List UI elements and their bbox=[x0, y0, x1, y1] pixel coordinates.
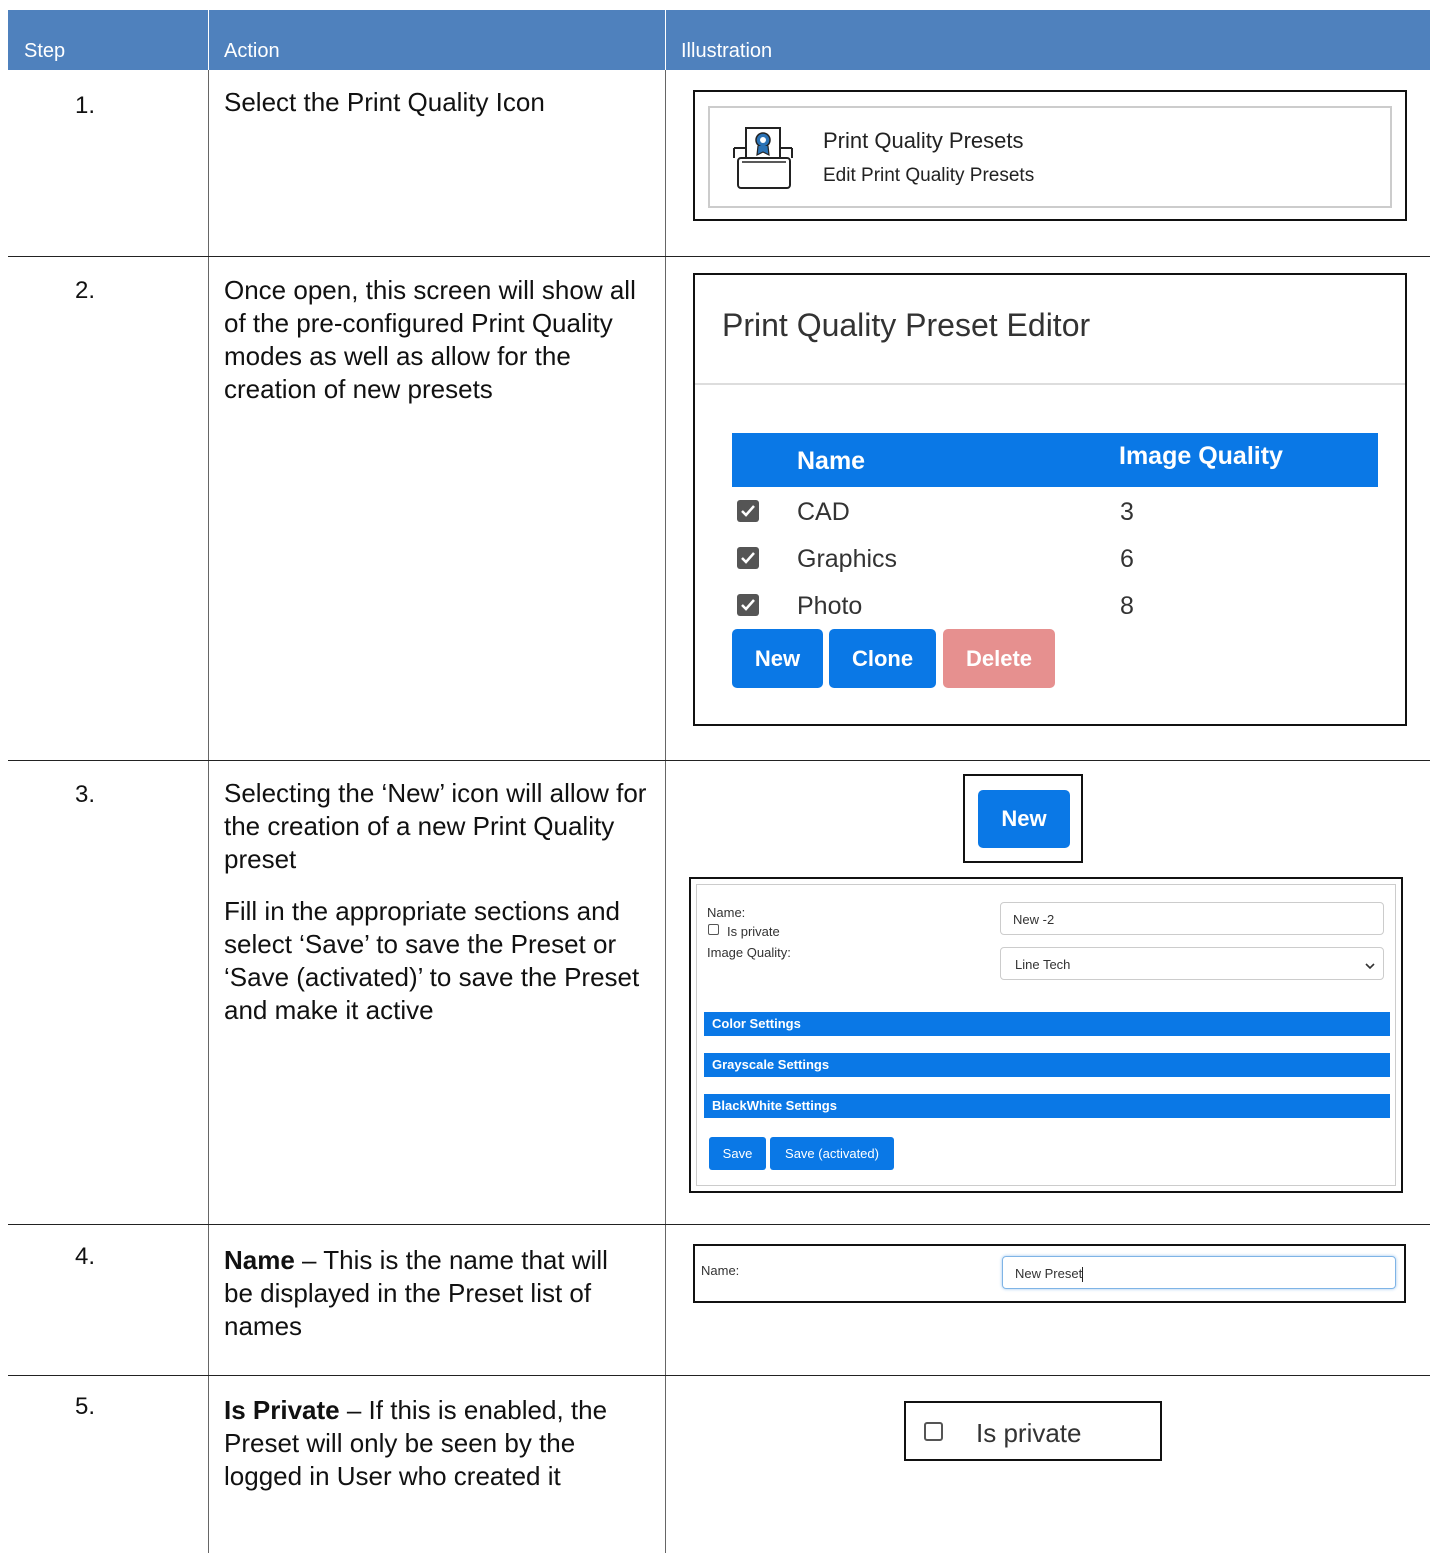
color-settings-section[interactable]: Color Settings bbox=[704, 1012, 1390, 1036]
step-text: Select the Print Quality Icon bbox=[224, 87, 545, 117]
chevron-down-icon bbox=[1365, 958, 1375, 973]
tile-card[interactable]: Print Quality Presets Edit Print Quality… bbox=[708, 106, 1392, 208]
row-divider bbox=[8, 1224, 1430, 1225]
preset-name: CAD bbox=[797, 498, 850, 526]
is-private-label: Is private bbox=[976, 1418, 1082, 1448]
image-quality-label: Image Quality: bbox=[707, 945, 791, 960]
preset-table-header: Name Image Quality bbox=[732, 433, 1378, 487]
name-label: Name: bbox=[707, 905, 746, 920]
new-button[interactable]: New bbox=[978, 790, 1070, 848]
illustration-new-preset-form: Name: Is private Image Quality: New -2 L… bbox=[689, 877, 1403, 1193]
header-divider bbox=[665, 10, 666, 70]
preset-name: Photo bbox=[797, 592, 863, 620]
is-private-checkbox[interactable] bbox=[708, 924, 719, 935]
step-text: Name – This is the name that will be dis… bbox=[224, 1244, 644, 1343]
step-number: 1. bbox=[75, 92, 96, 119]
image-quality-select[interactable]: Line Tech bbox=[1000, 947, 1384, 980]
step-number: 2. bbox=[75, 277, 96, 304]
editor-title: Print Quality Preset Editor bbox=[722, 307, 1091, 343]
term-is-private: Is Private bbox=[224, 1395, 340, 1425]
preset-quality: 8 bbox=[1120, 592, 1134, 620]
header-illustration: Illustration bbox=[681, 40, 773, 62]
term-name: Name bbox=[224, 1245, 295, 1275]
preset-name: Graphics bbox=[797, 545, 898, 573]
col-image-quality: Image Quality bbox=[1119, 442, 1283, 470]
checkbox-checked[interactable] bbox=[737, 594, 759, 616]
preset-quality: 6 bbox=[1120, 545, 1134, 573]
header-action: Action bbox=[224, 40, 280, 62]
delete-button[interactable]: Delete bbox=[943, 629, 1055, 688]
name-field[interactable]: New -2 bbox=[1000, 902, 1384, 935]
illustration-name-field: Name: New Preset bbox=[693, 1244, 1406, 1303]
table-header: Step Action Illustration bbox=[8, 10, 1430, 70]
step-text: Fill in the appropriate sections and sel… bbox=[224, 896, 640, 1025]
illustration-new-button: New bbox=[963, 774, 1083, 863]
new-button[interactable]: New bbox=[732, 629, 823, 688]
form-panel: Name: Is private Image Quality: New -2 L… bbox=[696, 884, 1396, 1186]
step-text: Once open, this screen will show all of … bbox=[224, 275, 636, 404]
illustration-print-quality-tile: Print Quality Presets Edit Print Quality… bbox=[693, 90, 1407, 221]
editor-divider bbox=[695, 383, 1405, 385]
is-private-checkbox[interactable] bbox=[924, 1422, 943, 1441]
step-number: 4. bbox=[75, 1243, 96, 1270]
table-row[interactable]: Photo 8 bbox=[735, 591, 1375, 625]
save-button[interactable]: Save bbox=[709, 1137, 766, 1170]
row-divider bbox=[8, 256, 1430, 257]
step-number: 3. bbox=[75, 781, 96, 808]
step-number: 5. bbox=[75, 1393, 96, 1420]
table-row[interactable]: Graphics 6 bbox=[735, 544, 1375, 578]
row-divider bbox=[8, 1375, 1430, 1376]
tile-subtitle: Edit Print Quality Presets bbox=[823, 165, 1035, 186]
row-divider bbox=[8, 760, 1430, 761]
tile-title: Print Quality Presets bbox=[823, 128, 1024, 153]
name-label: Name: bbox=[701, 1263, 740, 1278]
col-name: Name bbox=[797, 447, 866, 475]
text-cursor bbox=[1082, 1267, 1084, 1283]
clone-button[interactable]: Clone bbox=[829, 629, 936, 688]
column-divider bbox=[665, 70, 666, 1553]
grayscale-settings-section[interactable]: Grayscale Settings bbox=[704, 1053, 1390, 1077]
step-text: Selecting the ‘New’ icon will allow for … bbox=[224, 778, 647, 874]
print-quality-icon bbox=[724, 124, 800, 194]
table-row[interactable]: CAD 3 bbox=[735, 497, 1375, 531]
image-quality-value: Line Tech bbox=[1015, 957, 1071, 972]
name-field[interactable]: New Preset bbox=[1002, 1256, 1396, 1289]
checkbox-checked[interactable] bbox=[737, 500, 759, 522]
is-private-label: Is private bbox=[727, 924, 780, 939]
column-divider bbox=[208, 70, 209, 1553]
save-activated-button[interactable]: Save (activated) bbox=[770, 1137, 894, 1170]
header-divider bbox=[208, 10, 209, 70]
illustration-preset-editor: Print Quality Preset Editor Name Image Q… bbox=[693, 273, 1407, 726]
preset-quality: 3 bbox=[1120, 498, 1134, 526]
illustration-is-private: Is private bbox=[904, 1401, 1162, 1461]
blackwhite-settings-section[interactable]: BlackWhite Settings bbox=[704, 1094, 1390, 1118]
header-step: Step bbox=[24, 40, 66, 62]
step-text: Is Private – If this is enabled, the Pre… bbox=[224, 1394, 644, 1493]
name-field-value: New Preset bbox=[1015, 1266, 1083, 1281]
checkbox-checked[interactable] bbox=[737, 547, 759, 569]
